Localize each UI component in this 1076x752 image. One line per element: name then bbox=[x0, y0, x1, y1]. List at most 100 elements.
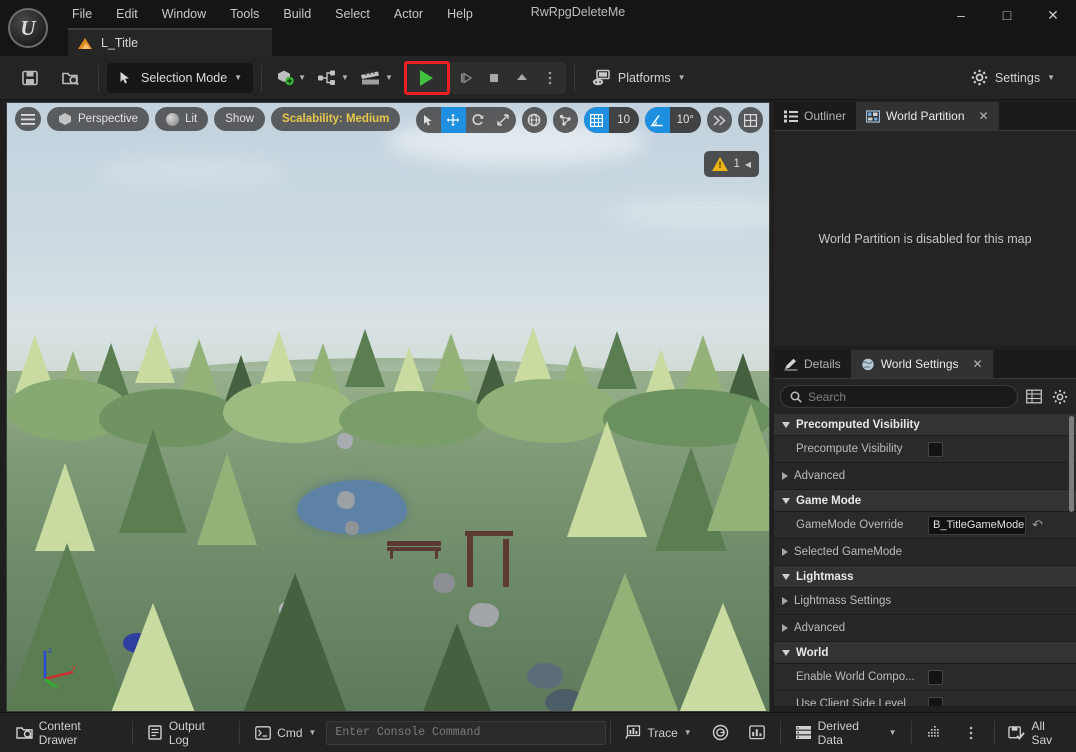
tab-world-partition[interactable]: World Partition ✕ bbox=[856, 102, 999, 130]
status-more-button[interactable] bbox=[953, 720, 990, 746]
property-row-use-client-side-level[interactable]: Use Client Side Level bbox=[774, 691, 1076, 706]
browse-button[interactable] bbox=[53, 63, 87, 93]
details-scrollbar[interactable] bbox=[1069, 416, 1074, 512]
minimize-button[interactable]: – bbox=[938, 0, 984, 30]
grid-snap-value[interactable]: 10 bbox=[608, 107, 639, 133]
menu-file[interactable]: File bbox=[60, 4, 104, 24]
status-divider-4 bbox=[779, 720, 781, 745]
world-space-button[interactable] bbox=[522, 107, 547, 133]
world-partition-body: World Partition is disabled for this map bbox=[774, 130, 1076, 346]
precompute-visibility-checkbox[interactable] bbox=[928, 441, 943, 457]
category-world[interactable]: World bbox=[774, 642, 1076, 664]
property-label: Advanced bbox=[774, 470, 922, 482]
viewport-lit-button[interactable]: Lit bbox=[155, 107, 209, 131]
category-precomputed-visibility[interactable]: Precomputed Visibility bbox=[774, 414, 1076, 436]
tab-details[interactable]: Details bbox=[774, 350, 851, 378]
save-button[interactable] bbox=[13, 63, 47, 93]
level-tab[interactable]: L_Title bbox=[68, 28, 272, 56]
camera-speed-button[interactable] bbox=[707, 107, 732, 133]
category-label: Lightmass bbox=[796, 570, 854, 583]
trace-record-button[interactable] bbox=[702, 720, 739, 746]
viewport-layout-button[interactable] bbox=[738, 107, 763, 133]
unreal-logo-icon[interactable]: U bbox=[8, 8, 48, 48]
derived-data-button[interactable]: Derived Data ▼ bbox=[785, 719, 907, 747]
menu-select[interactable]: Select bbox=[323, 4, 382, 24]
property-row-lightmass-settings[interactable]: Lightmass Settings bbox=[774, 588, 1076, 615]
rotate-tool-button[interactable] bbox=[466, 107, 491, 133]
enable-world-composition-checkbox[interactable] bbox=[928, 669, 943, 685]
close-icon[interactable]: ✕ bbox=[973, 357, 983, 371]
chevron-right-icon[interactable] bbox=[782, 624, 788, 632]
viewport-post bbox=[467, 535, 473, 587]
all-saved-button[interactable]: All Sav bbox=[998, 719, 1076, 747]
viewport-warning-badge[interactable]: 1 ◀ bbox=[704, 151, 759, 177]
category-game-mode[interactable]: Game Mode bbox=[774, 490, 1076, 512]
level-viewport[interactable]: Perspective Lit Show Scalability: Medium bbox=[6, 102, 770, 712]
chevron-down-icon: ▼ bbox=[234, 73, 243, 82]
saved-check-icon bbox=[1008, 725, 1026, 740]
columns-button[interactable] bbox=[1024, 387, 1044, 407]
eject-button[interactable] bbox=[508, 63, 536, 93]
stop-button[interactable] bbox=[480, 63, 508, 93]
details-panel-tabs: Details World Settings ✕ bbox=[774, 350, 1076, 378]
viewport-perspective-button[interactable]: Perspective bbox=[47, 107, 150, 131]
menu-help[interactable]: Help bbox=[435, 4, 485, 24]
gamemode-override-combo[interactable]: B_TitleGameMode bbox=[928, 515, 1026, 535]
category-lightmass[interactable]: Lightmass bbox=[774, 566, 1076, 588]
property-row-precompute-visibility[interactable]: Precompute Visibility bbox=[774, 436, 1076, 463]
add-actor-button[interactable]: ▼ bbox=[270, 63, 311, 93]
menu-edit[interactable]: Edit bbox=[104, 4, 150, 24]
dots-grid-button[interactable] bbox=[916, 720, 953, 746]
tab-world-settings[interactable]: World Settings ✕ bbox=[850, 350, 993, 378]
skip-button[interactable] bbox=[452, 63, 480, 93]
play-button[interactable] bbox=[406, 63, 447, 92]
world-partition-message: World Partition is disabled for this map bbox=[818, 231, 1032, 246]
cmd-button[interactable]: Cmd ▼ bbox=[244, 720, 326, 746]
menu-actor[interactable]: Actor bbox=[382, 4, 435, 24]
settings-button[interactable]: Settings ▼ bbox=[962, 63, 1064, 93]
property-row-advanced-2[interactable]: Advanced bbox=[774, 615, 1076, 642]
grid-snap-toggle[interactable] bbox=[583, 107, 609, 133]
scale-tool-button[interactable] bbox=[491, 107, 516, 133]
revert-icon[interactable]: ↶ bbox=[1032, 517, 1043, 533]
cinematics-button[interactable]: ▼ bbox=[354, 63, 398, 93]
viewport-scalability-button[interactable]: Scalability: Medium bbox=[271, 107, 401, 131]
viewport-menu-button[interactable] bbox=[15, 107, 41, 131]
angle-snap-toggle[interactable] bbox=[644, 107, 670, 133]
close-icon[interactable]: ✕ bbox=[979, 109, 989, 123]
viewport-show-button[interactable]: Show bbox=[214, 107, 266, 131]
output-log-button[interactable]: Output Log bbox=[137, 719, 236, 747]
menu-build[interactable]: Build bbox=[271, 4, 323, 24]
play-options-button[interactable] bbox=[536, 63, 564, 93]
trace-button[interactable]: Trace ▼ bbox=[615, 720, 702, 746]
blueprints-button[interactable]: ▼ bbox=[311, 63, 354, 93]
details-settings-button[interactable] bbox=[1050, 387, 1070, 407]
property-row-advanced-1[interactable]: Advanced bbox=[774, 463, 1076, 490]
use-client-side-level-checkbox[interactable] bbox=[928, 696, 943, 706]
menu-window[interactable]: Window bbox=[150, 4, 218, 24]
menu-tools[interactable]: Tools bbox=[218, 4, 271, 24]
chevron-right-icon[interactable] bbox=[782, 472, 788, 480]
property-row-selected-gamemode[interactable]: Selected GameMode bbox=[774, 539, 1076, 566]
maximize-button[interactable]: □ bbox=[984, 0, 1030, 30]
select-tool-button[interactable] bbox=[416, 107, 441, 133]
chevron-right-icon[interactable] bbox=[782, 597, 788, 605]
platforms-button[interactable]: Platforms ▼ bbox=[583, 63, 695, 93]
add-cube-icon bbox=[278, 70, 294, 86]
content-drawer-button[interactable]: Content Drawer bbox=[6, 719, 128, 747]
console-command-input[interactable]: Enter Console Command bbox=[326, 720, 606, 745]
world-settings-property-list[interactable]: Precomputed Visibility Precompute Visibi… bbox=[774, 414, 1076, 706]
chevron-right-icon[interactable] bbox=[782, 548, 788, 556]
surface-snap-button[interactable] bbox=[553, 107, 578, 133]
property-row-gamemode-override[interactable]: GameMode Override B_TitleGameMode ↶ bbox=[774, 512, 1076, 539]
selection-mode-button[interactable]: Selection Mode ▼ bbox=[107, 62, 254, 93]
close-button[interactable]: ✕ bbox=[1030, 0, 1076, 30]
translate-tool-button[interactable] bbox=[440, 107, 466, 133]
stats-button[interactable] bbox=[739, 720, 776, 746]
property-label: Precompute Visibility bbox=[796, 443, 903, 455]
tab-outliner[interactable]: Outliner bbox=[774, 102, 856, 130]
coordinate-space-group bbox=[521, 107, 547, 133]
search-input[interactable]: Search bbox=[780, 385, 1018, 408]
angle-snap-value[interactable]: 10° bbox=[669, 107, 701, 133]
property-row-enable-world-composition[interactable]: Enable World Compo... bbox=[774, 664, 1076, 691]
